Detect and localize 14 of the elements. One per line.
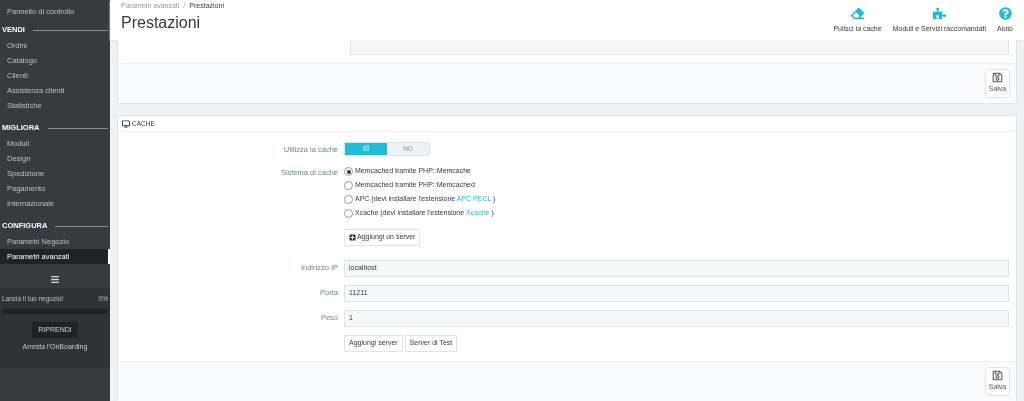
eraser-icon	[851, 6, 865, 20]
radio-button[interactable]	[344, 195, 353, 204]
input-field[interactable]	[350, 40, 1009, 55]
menu-icon[interactable]	[50, 274, 60, 284]
radio-button[interactable]	[344, 209, 353, 218]
save-icon	[992, 72, 1003, 84]
help-icon	[998, 6, 1012, 20]
monitor-icon	[122, 119, 130, 128]
radio-button[interactable]	[344, 181, 353, 190]
puzzle-icon	[932, 6, 946, 20]
save-icon	[992, 370, 1003, 382]
plus-icon	[349, 234, 356, 241]
radio-button[interactable]	[344, 167, 353, 176]
page-title: Prestazioni	[121, 14, 202, 32]
